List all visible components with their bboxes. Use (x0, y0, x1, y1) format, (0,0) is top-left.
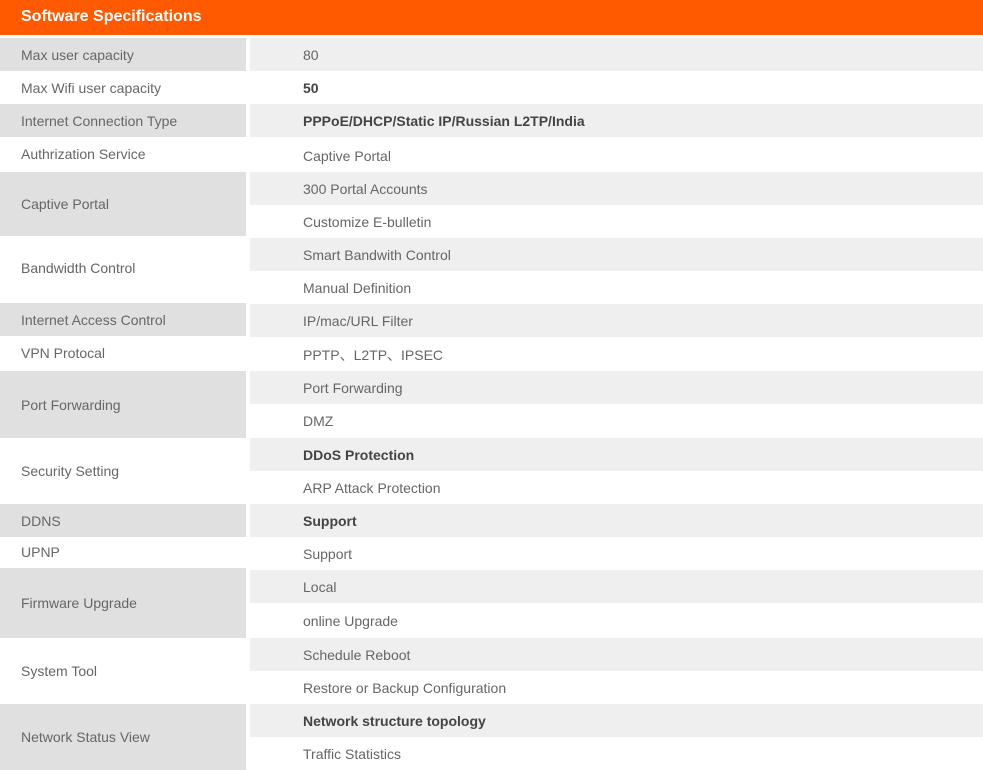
spec-value-schedule-reboot: Schedule Reboot (250, 638, 983, 671)
spec-label-ddns: DDNS (0, 504, 246, 537)
spec-label-network-status-view: Network Status View (0, 704, 246, 770)
spec-label-internet-access-control: Internet Access Control (0, 303, 246, 336)
spec-value-ddos-protection: DDoS Protection (250, 438, 983, 471)
spec-label-captive-portal: Captive Portal (0, 172, 246, 236)
spec-value-internet-access-control: IP/mac/URL Filter (250, 304, 983, 337)
spec-label-authrization-service: Authrization Service (21, 145, 146, 162)
spec-value-max-wifi-user-capacity: 50 (303, 79, 319, 96)
spec-value-vpn-protocal: PPTP、L2TP、IPSEC (303, 346, 444, 363)
spec-value-traffic-statistics: Traffic Statistics (303, 745, 402, 762)
spec-label-max-wifi-user-capacity: Max Wifi user capacity (21, 79, 162, 96)
spec-label-upnp: UPNP (21, 543, 60, 560)
spec-value-network-topology: Network structure topology (250, 704, 983, 737)
spec-value-arp-protection: ARP Attack Protection (303, 479, 441, 496)
spec-value-internet-connection-type: PPPoE/DHCP/Static IP/Russian L2TP/India (250, 104, 983, 137)
spec-value-ddns: Support (250, 504, 983, 537)
spec-value-dmz: DMZ (303, 413, 334, 429)
spec-label-system-tool: System Tool (21, 663, 97, 679)
spec-value-port-forwarding: Port Forwarding (250, 371, 983, 404)
spec-value-firmware-online: online Upgrade (303, 612, 398, 629)
spec-table: Max user capacity 80 Max Wifi user capac… (0, 0, 983, 770)
spec-value-firmware-local: Local (250, 570, 983, 603)
spec-value-upnp: Support (303, 545, 353, 562)
spec-value-restore-backup: Restore or Backup Configuration (303, 679, 507, 696)
spec-label-internet-connection-type: Internet Connection Type (0, 104, 246, 137)
spec-value-bandwidth-smart: Smart Bandwith Control (250, 238, 983, 271)
spec-value-bandwidth-manual: Manual Definition (303, 279, 412, 296)
spec-value-authrization-service: Captive Portal (303, 147, 391, 164)
spec-value-captive-portal-bulletin: Customize E-bulletin (303, 213, 432, 230)
spec-value-max-user-capacity: 80 (250, 38, 983, 71)
spec-label-max-user-capacity: Max user capacity (0, 38, 246, 71)
spec-label-firmware-upgrade: Firmware Upgrade (0, 568, 246, 638)
spec-value-captive-portal-accounts: 300 Portal Accounts (250, 172, 983, 205)
spec-label-security-setting: Security Setting (21, 463, 120, 479)
spec-label-port-forwarding: Port Forwarding (0, 371, 246, 438)
spec-label-vpn-protocal: VPN Protocal (21, 344, 106, 361)
spec-label-bandwidth-control: Bandwidth Control (21, 260, 136, 276)
